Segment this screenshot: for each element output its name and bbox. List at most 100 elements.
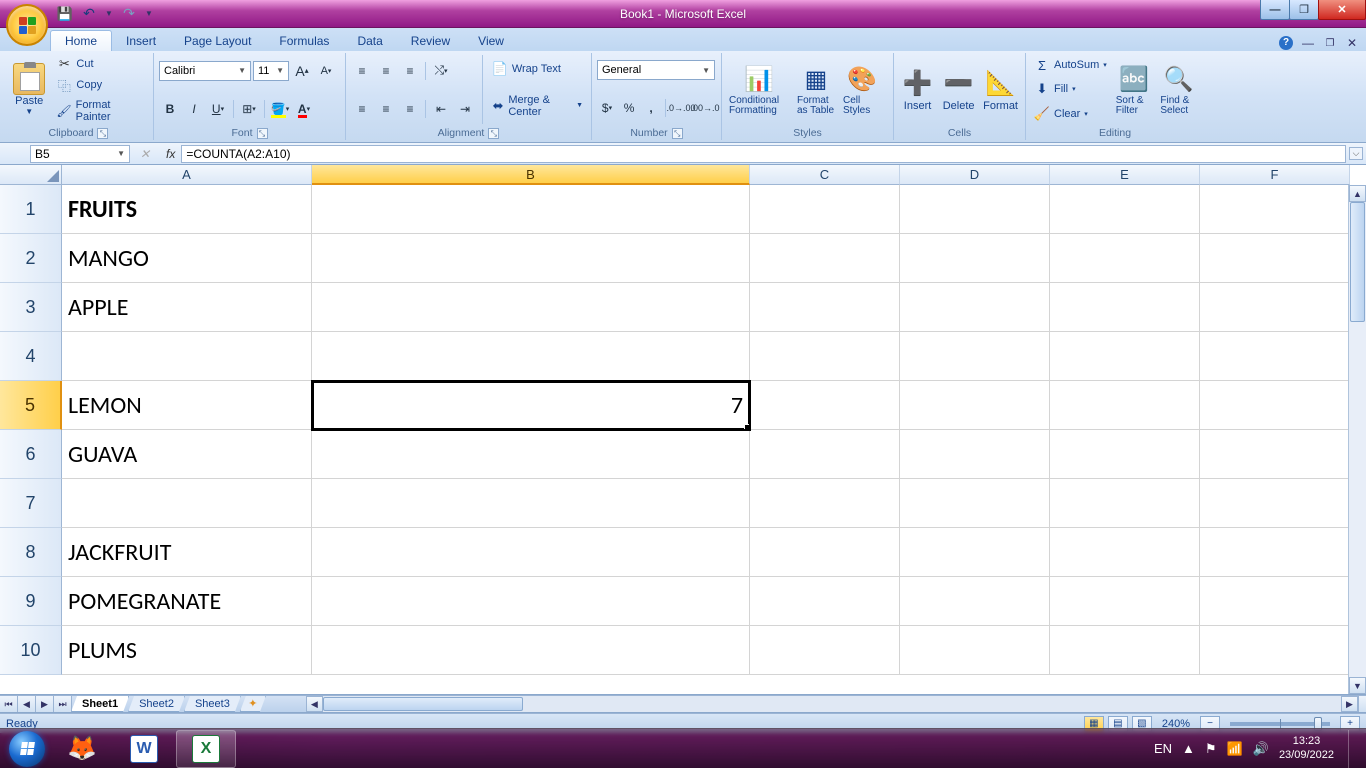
tray-flag-icon[interactable]: ⚑ xyxy=(1205,741,1217,757)
save-icon[interactable] xyxy=(56,5,74,23)
tab-view[interactable]: View xyxy=(464,31,518,51)
undo-icon[interactable] xyxy=(80,5,98,23)
taskbar-word[interactable]: W xyxy=(114,730,174,768)
cell-F5[interactable] xyxy=(1200,381,1350,430)
number-format-select[interactable]: General▼ xyxy=(597,60,715,80)
underline-button[interactable]: U▾ xyxy=(207,98,229,120)
font-name-select[interactable]: Calibri▼ xyxy=(159,61,251,81)
col-header-F[interactable]: F xyxy=(1200,165,1350,185)
format-cells-button[interactable]: 📐Format xyxy=(981,53,1020,126)
cell-B1[interactable] xyxy=(312,185,750,234)
align-middle-button[interactable]: ≡ xyxy=(375,60,397,82)
conditional-formatting-button[interactable]: 📊Conditional Formatting xyxy=(727,53,791,126)
cell-B4[interactable] xyxy=(312,332,750,381)
col-header-E[interactable]: E xyxy=(1050,165,1200,185)
expand-formula-bar[interactable]: ⌵ xyxy=(1349,147,1363,160)
cancel-formula-button[interactable]: ✕ xyxy=(130,147,160,161)
maximize-button[interactable] xyxy=(1289,0,1319,20)
cell-E8[interactable] xyxy=(1050,528,1200,577)
tab-home[interactable]: Home xyxy=(50,30,112,51)
vertical-scrollbar[interactable]: ▲ ▼ xyxy=(1348,185,1366,694)
delete-cells-button[interactable]: ➖Delete xyxy=(940,53,977,126)
font-color-button[interactable]: A▾ xyxy=(293,98,315,120)
col-header-D[interactable]: D xyxy=(900,165,1050,185)
prev-sheet-button[interactable]: ◀ xyxy=(18,696,36,712)
row-header-4[interactable]: 4 xyxy=(0,332,62,381)
cell-D2[interactable] xyxy=(900,234,1050,283)
comma-button[interactable]: , xyxy=(641,97,661,119)
sheet-tab-3[interactable]: Sheet3 xyxy=(184,696,241,712)
tab-insert[interactable]: Insert xyxy=(112,31,170,51)
cell-A2[interactable]: MANGO xyxy=(62,234,312,283)
cell-D8[interactable] xyxy=(900,528,1050,577)
tab-page-layout[interactable]: Page Layout xyxy=(170,31,265,51)
cell-F9[interactable] xyxy=(1200,577,1350,626)
row-header-7[interactable]: 7 xyxy=(0,479,62,528)
cell-A9[interactable]: POMEGRANATE xyxy=(62,577,312,626)
office-button[interactable] xyxy=(6,4,48,46)
cell-E6[interactable] xyxy=(1050,430,1200,479)
cell-F3[interactable] xyxy=(1200,283,1350,332)
cell-C8[interactable] xyxy=(750,528,900,577)
cell-C7[interactable] xyxy=(750,479,900,528)
align-right-button[interactable]: ≡ xyxy=(399,98,421,120)
close-button[interactable] xyxy=(1318,0,1366,20)
taskbar-firefox[interactable]: 🦊 xyxy=(52,730,112,768)
formula-input[interactable]: =COUNTA(A2:A10) xyxy=(181,145,1346,163)
cell-D9[interactable] xyxy=(900,577,1050,626)
font-size-select[interactable]: 11▼ xyxy=(253,61,289,81)
cell-E9[interactable] xyxy=(1050,577,1200,626)
cell-B2[interactable] xyxy=(312,234,750,283)
cell-A3[interactable]: APPLE xyxy=(62,283,312,332)
cell-B8[interactable] xyxy=(312,528,750,577)
cell-B3[interactable] xyxy=(312,283,750,332)
font-dialog-launcher[interactable]: ⤡ xyxy=(257,128,268,139)
tray-clock[interactable]: 13:23 23/09/2022 xyxy=(1279,735,1334,761)
bold-button[interactable]: B xyxy=(159,98,181,120)
cell-C6[interactable] xyxy=(750,430,900,479)
hscroll-thumb[interactable] xyxy=(323,697,523,711)
scroll-up-button[interactable]: ▲ xyxy=(1349,185,1366,202)
cell-C5[interactable] xyxy=(750,381,900,430)
wrap-text-button[interactable]: 📄Wrap Text xyxy=(489,60,586,78)
clear-button[interactable]: 🧹Clear▾ xyxy=(1031,105,1110,123)
decrease-indent-button[interactable]: ⇤ xyxy=(430,98,452,120)
clipboard-dialog-launcher[interactable]: ⤡ xyxy=(97,128,108,139)
cell-F8[interactable] xyxy=(1200,528,1350,577)
cell-D4[interactable] xyxy=(900,332,1050,381)
cell-D7[interactable] xyxy=(900,479,1050,528)
row-header-1[interactable]: 1 xyxy=(0,185,62,234)
cell-F10[interactable] xyxy=(1200,626,1350,675)
cell-E10[interactable] xyxy=(1050,626,1200,675)
sort-filter-button[interactable]: 🔤Sort & Filter xyxy=(1114,53,1155,126)
italic-button[interactable]: I xyxy=(183,98,205,120)
start-button[interactable] xyxy=(4,730,50,768)
name-box[interactable]: B5▼ xyxy=(30,145,130,163)
cell-E7[interactable] xyxy=(1050,479,1200,528)
cell-E1[interactable] xyxy=(1050,185,1200,234)
cell-F4[interactable] xyxy=(1200,332,1350,381)
merge-center-button[interactable]: ⬌Merge & Center▼ xyxy=(489,93,586,119)
split-handle[interactable] xyxy=(1358,696,1366,712)
cell-D5[interactable] xyxy=(900,381,1050,430)
cell-A4[interactable] xyxy=(62,332,312,381)
sheet-tab-1[interactable]: Sheet1 xyxy=(71,696,129,712)
cell-E3[interactable] xyxy=(1050,283,1200,332)
fill-color-button[interactable]: 🪣▾ xyxy=(269,98,291,120)
tab-data[interactable]: Data xyxy=(343,31,396,51)
cell-C3[interactable] xyxy=(750,283,900,332)
undo-dropdown[interactable]: ▼ xyxy=(104,5,114,23)
insert-cells-button[interactable]: ➕Insert xyxy=(899,53,936,126)
horizontal-scrollbar[interactable]: ◀ ▶ xyxy=(306,696,1366,712)
cell-A6[interactable]: GUAVA xyxy=(62,430,312,479)
cell-D6[interactable] xyxy=(900,430,1050,479)
show-desktop-button[interactable] xyxy=(1348,730,1358,768)
cell-A1[interactable]: FRUITS xyxy=(62,185,312,234)
cell-B10[interactable] xyxy=(312,626,750,675)
minimize-button[interactable] xyxy=(1260,0,1290,20)
cell-F2[interactable] xyxy=(1200,234,1350,283)
grow-font-button[interactable]: A▴ xyxy=(291,60,313,82)
copy-button[interactable]: Copy xyxy=(53,76,148,94)
align-bottom-button[interactable]: ≡ xyxy=(399,60,421,82)
tab-formulas[interactable]: Formulas xyxy=(265,31,343,51)
